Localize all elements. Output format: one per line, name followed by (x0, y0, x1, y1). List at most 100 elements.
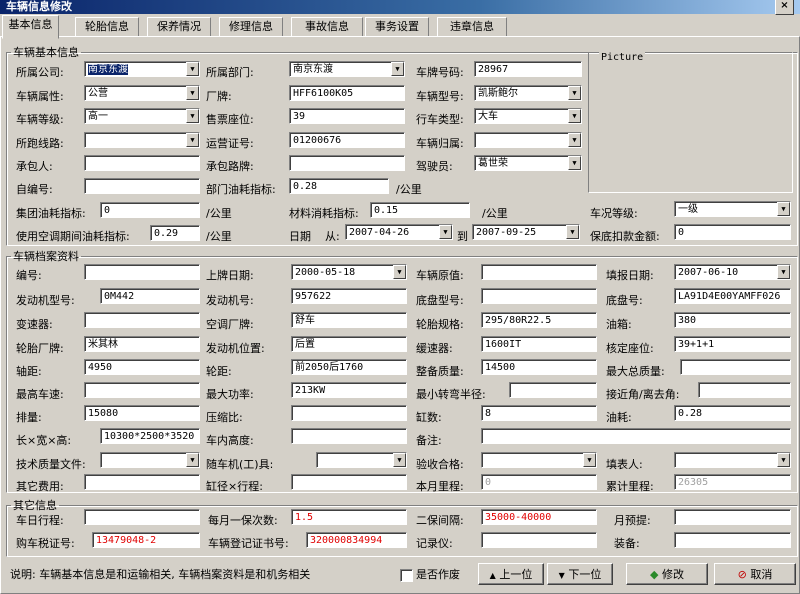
driver-select[interactable]: 葛世荣 ▼ (474, 155, 582, 171)
plate-input[interactable]: 28967 (474, 61, 582, 77)
chevron-down-icon[interactable]: ▼ (186, 62, 199, 76)
tech-doc-select[interactable]: ▼ (100, 452, 200, 468)
engine-pos-input[interactable]: 后置 (291, 336, 407, 352)
chevron-down-icon[interactable]: ▼ (777, 265, 790, 279)
num-input[interactable] (84, 264, 200, 280)
tank-input[interactable]: 380 (674, 312, 791, 328)
modify-button[interactable]: ◆ 修改 (626, 563, 708, 585)
engine-no-input[interactable]: 957622 (291, 288, 407, 304)
chevron-down-icon[interactable]: ▼ (391, 62, 404, 76)
month-mileage-input[interactable]: 0 (481, 474, 597, 490)
tab-basic-info[interactable]: 基本信息 (2, 15, 59, 39)
cancel-button[interactable]: ⊘ 取消 (714, 563, 796, 585)
chevron-down-icon[interactable]: ▼ (777, 453, 790, 467)
displacement-input[interactable]: 15080 (84, 405, 200, 421)
fill-date-picker[interactable]: 2007-06-10 ▼ (674, 264, 791, 280)
tab-affairs-settings[interactable]: 事务设置 (365, 17, 429, 37)
route-select[interactable]: ▼ (84, 132, 200, 148)
permit-input[interactable]: 01200676 (289, 132, 405, 148)
tab-accident-info[interactable]: 事故信息 (291, 17, 363, 37)
contract-route-input[interactable] (289, 155, 405, 171)
selfno-input[interactable] (84, 178, 200, 194)
filler-select[interactable]: ▼ (674, 452, 791, 468)
max-total-input[interactable] (680, 359, 791, 375)
chevron-down-icon[interactable]: ▼ (583, 453, 596, 467)
belong-select[interactable]: ▼ (474, 132, 582, 148)
chevron-down-icon[interactable]: ▼ (566, 225, 579, 239)
chassis-model-input[interactable] (481, 288, 597, 304)
max-power-input[interactable]: 213KW (291, 382, 407, 398)
gears-input[interactable]: 8 (481, 405, 597, 421)
dept-select[interactable]: 南京东渡 ▼ (289, 61, 405, 77)
contractor-input[interactable] (84, 155, 200, 171)
prev-button[interactable]: ▲ 上一位 (478, 563, 544, 585)
dept-fuel-input[interactable]: 0.28 (289, 178, 389, 194)
chevron-down-icon[interactable]: ▼ (186, 86, 199, 100)
dims-input[interactable]: 10300*2500*3520 (100, 428, 200, 444)
chevron-down-icon[interactable]: ▼ (186, 109, 199, 123)
tab-violation-info[interactable]: 违章信息 (437, 17, 507, 37)
material-input[interactable]: 0.15 (370, 202, 470, 218)
chevron-down-icon[interactable]: ▼ (393, 265, 406, 279)
chassis-no-input[interactable]: LA91D4E00YAMFF026 (674, 288, 791, 304)
tax-no-input[interactable]: 13479048-2 (92, 532, 200, 548)
engine-model-input[interactable]: 0M442 (100, 288, 200, 304)
record-input[interactable] (481, 532, 597, 548)
date-to-picker[interactable]: 2007-09-25 ▼ (472, 224, 580, 240)
tire-spec-input[interactable]: 295/80R22.5 (481, 312, 597, 328)
close-button[interactable]: × (775, 0, 794, 15)
remark-input[interactable] (481, 428, 791, 444)
min-turn-input[interactable] (509, 382, 597, 398)
monthly-maint-input[interactable]: 1.5 (291, 509, 407, 525)
max-speed-input[interactable] (84, 382, 200, 398)
model-select[interactable]: 凯斯鲍尔 ▼ (474, 85, 582, 101)
compression-input[interactable] (291, 405, 407, 421)
tools-select[interactable]: ▼ (316, 452, 407, 468)
chevron-down-icon[interactable]: ▼ (568, 156, 581, 170)
obsolete-checkbox[interactable] (400, 569, 413, 582)
chevron-down-icon[interactable]: ▼ (393, 453, 406, 467)
chevron-down-icon[interactable]: ▼ (568, 86, 581, 100)
approach-input[interactable] (698, 382, 791, 398)
grade-select[interactable]: 高一 ▼ (84, 108, 200, 124)
brand-input[interactable]: HFF6100K05 (289, 85, 405, 101)
rated-seats-input[interactable]: 39+1+1 (674, 336, 791, 352)
property-select[interactable]: 公营 ▼ (84, 85, 200, 101)
second-maint-input[interactable]: 35000-40000 (481, 509, 597, 525)
daily-input[interactable] (84, 509, 200, 525)
equip-input[interactable] (674, 532, 791, 548)
reg-date-picker[interactable]: 2000-05-18 ▼ (291, 264, 407, 280)
chevron-down-icon[interactable]: ▼ (439, 225, 452, 239)
next-button[interactable]: ▼ 下一位 (547, 563, 613, 585)
ac-brand-input[interactable]: 舒车 (291, 312, 407, 328)
retarder-input[interactable]: 1600IT (481, 336, 597, 352)
curb-weight-input[interactable]: 14500 (481, 359, 597, 375)
other-cost-input[interactable] (84, 474, 200, 490)
reg-cert-input[interactable]: 320000834994 (306, 532, 407, 548)
fuel-input[interactable]: 0.28 (674, 405, 791, 421)
wheelbase-input[interactable]: 4950 (84, 359, 200, 375)
chevron-down-icon[interactable]: ▼ (186, 453, 199, 467)
seats-input[interactable]: 39 (289, 108, 405, 124)
company-select[interactable]: 南京东渡 ▼ (84, 61, 200, 77)
date-from-picker[interactable]: 2007-04-26 ▼ (345, 224, 453, 240)
total-mileage-input[interactable]: 26305 (674, 474, 791, 490)
vtype-select[interactable]: 大车 ▼ (474, 108, 582, 124)
acceptance-select[interactable]: ▼ (481, 452, 597, 468)
tab-tire-info[interactable]: 轮胎信息 (75, 17, 139, 37)
chevron-down-icon[interactable]: ▼ (777, 202, 790, 216)
ac-fuel-input[interactable]: 0.29 (150, 225, 200, 241)
chevron-down-icon[interactable]: ▼ (186, 133, 199, 147)
inner-height-input[interactable] (291, 428, 407, 444)
group-fuel-input[interactable]: 0 (100, 202, 200, 218)
deduct-input[interactable]: 0 (674, 224, 791, 240)
chevron-down-icon[interactable]: ▼ (568, 109, 581, 123)
month-budget-input[interactable] (674, 509, 791, 525)
chevron-down-icon[interactable]: ▼ (568, 133, 581, 147)
gearbox-input[interactable] (84, 312, 200, 328)
track-input[interactable]: 前2050后1760 (291, 359, 407, 375)
tire-brand-input[interactable]: 米其林 (84, 336, 200, 352)
tab-repair-info[interactable]: 修理信息 (219, 17, 283, 37)
cyl-stroke-input[interactable] (291, 474, 407, 490)
condition-select[interactable]: 一级 ▼ (674, 201, 791, 217)
